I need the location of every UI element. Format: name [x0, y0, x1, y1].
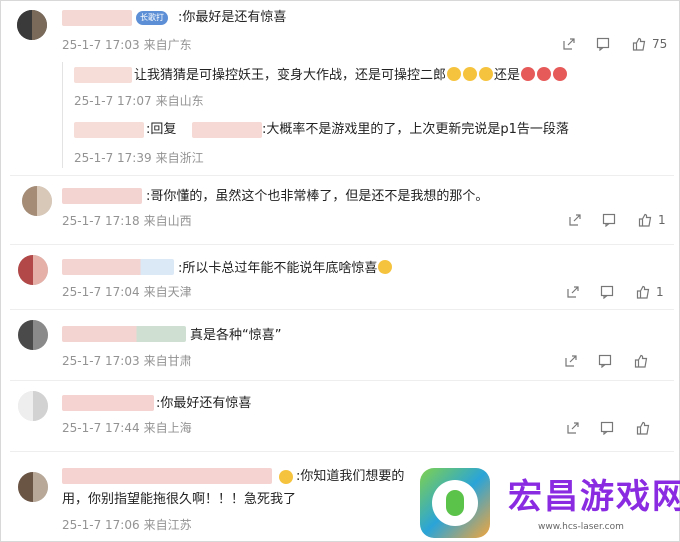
- comment-location: 来自天津: [143, 285, 192, 299]
- comment-location: 来自江苏: [143, 518, 192, 532]
- reply-bar: [62, 62, 63, 168]
- comment-text: 真是各种“惊喜”: [190, 328, 282, 343]
- username[interactable]: [62, 468, 272, 484]
- comment-item: 长歌打 :你最好是还有惊喜 25-1-7 17:03 来自广东 75 让我猜猜是可…: [0, 0, 680, 175]
- user-badge: 长歌打: [136, 11, 168, 25]
- reply-meta: 25-1-7 17:07 来自山东: [74, 94, 208, 108]
- comment-time: 25-1-7 17:06: [62, 518, 140, 532]
- emoji-icon: [537, 67, 552, 81]
- comment-meta: 25-1-7 17:18 来自山西: [62, 214, 196, 228]
- emoji-icon: [463, 67, 478, 81]
- comment-icon[interactable]: [596, 37, 610, 51]
- comment-time: 25-1-7 17:18: [62, 214, 140, 228]
- emoji-icon: [447, 67, 462, 81]
- watermark-title: 宏昌游戏网: [508, 477, 680, 517]
- emoji-icon: [279, 470, 293, 484]
- comment-text: :哥你懂的，虽然这个也非常棒了，但是还不是我想的那个。: [146, 189, 489, 204]
- comment-location: 来自甘肃: [143, 354, 192, 368]
- comment-time: 25-1-7 17:04: [62, 285, 140, 299]
- username[interactable]: [62, 395, 154, 411]
- like-icon[interactable]: [634, 354, 648, 368]
- comment-time: 25-1-7 17:44: [62, 421, 140, 435]
- site-watermark: 宏昌游戏网 www.hcs-laser.com: [418, 466, 680, 542]
- like-count: 75: [652, 37, 668, 51]
- comment-icon[interactable]: [600, 421, 614, 435]
- avatar[interactable]: [22, 186, 52, 216]
- comment-location: 来自广东: [143, 38, 192, 52]
- share-icon[interactable]: [566, 421, 580, 435]
- username[interactable]: [62, 326, 186, 342]
- comment-text: :你知道我们想要的: [296, 469, 405, 484]
- reply-time: 25-1-7 17:07: [74, 94, 152, 108]
- emoji-icon: [479, 67, 494, 81]
- emoji-icon: [521, 67, 536, 81]
- reply-location: 来自浙江: [155, 151, 204, 165]
- reply-text-part: 还是: [494, 68, 521, 83]
- emoji-icon: [553, 67, 568, 81]
- reply-meta: 25-1-7 17:39 来自浙江: [74, 151, 208, 165]
- username[interactable]: [74, 122, 144, 138]
- username[interactable]: [74, 67, 132, 83]
- comment-text-part: :所以卡总过年能不能说年底啥惊喜: [178, 261, 378, 276]
- reply-text: :大概率不是游戏里的了，上次更新完说是p1告一段落: [262, 122, 569, 137]
- comment-meta: 25-1-7 17:44 来自上海: [62, 421, 196, 435]
- watermark-logo: [420, 468, 490, 538]
- avatar[interactable]: [18, 255, 48, 285]
- emoji-icon: [378, 260, 393, 274]
- avatar[interactable]: [18, 472, 48, 502]
- comment-text: :所以卡总过年能不能说年底啥惊喜: [178, 260, 393, 277]
- comment-icon[interactable]: [602, 213, 616, 227]
- like-icon[interactable]: [638, 213, 652, 227]
- share-icon[interactable]: [566, 285, 580, 299]
- reply-prefix: :回复: [146, 122, 177, 137]
- comment-time: 25-1-7 17:03: [62, 38, 140, 52]
- like-icon[interactable]: [632, 37, 646, 51]
- watermark-url: www.hcs-laser.com: [538, 522, 624, 532]
- reply-location: 来自山东: [155, 94, 204, 108]
- comment-item: :你最好还有惊喜 25-1-7 17:44 来自上海: [0, 381, 680, 451]
- comment-meta: 25-1-7 17:03 来自广东: [62, 38, 196, 52]
- comment-location: 来自山西: [143, 214, 192, 228]
- reply-time: 25-1-7 17:39: [74, 151, 152, 165]
- share-icon[interactable]: [564, 354, 578, 368]
- username[interactable]: [62, 259, 174, 275]
- like-icon[interactable]: [636, 285, 650, 299]
- comment-text: :你最好还有惊喜: [156, 396, 252, 411]
- avatar[interactable]: [18, 391, 48, 421]
- comment-text-continued: 用，你别指望能拖很久啊！！！急死我了: [62, 492, 297, 507]
- comment-time: 25-1-7 17:03: [62, 354, 140, 368]
- share-icon[interactable]: [568, 213, 582, 227]
- avatar[interactable]: [18, 320, 48, 350]
- reply-target-username[interactable]: [192, 122, 262, 138]
- comment-location: 来自上海: [143, 421, 192, 435]
- comment-item: :所以卡总过年能不能说年底啥惊喜 25-1-7 17:04 来自天津 1: [0, 245, 680, 309]
- like-count: 1: [658, 213, 666, 227]
- comment-icon[interactable]: [600, 285, 614, 299]
- comment-icon[interactable]: [598, 354, 612, 368]
- share-icon[interactable]: [562, 37, 576, 51]
- comment-item: :哥你懂的，虽然这个也非常棒了，但是还不是我想的那个。 25-1-7 17:18…: [0, 176, 680, 244]
- like-count: 1: [656, 285, 664, 299]
- comment-meta: 25-1-7 17:06 来自江苏: [62, 518, 196, 532]
- comment-meta: 25-1-7 17:03 来自甘肃: [62, 354, 196, 368]
- username[interactable]: [62, 10, 132, 26]
- reply-text: 让我猜猜是可操控妖王，变身大作战，还是可操控二郎 还是: [134, 67, 568, 84]
- comment-meta: 25-1-7 17:04 来自天津: [62, 285, 196, 299]
- like-icon[interactable]: [636, 421, 650, 435]
- comment-text: :你最好是还有惊喜: [178, 10, 287, 25]
- avatar[interactable]: [17, 10, 47, 40]
- comment-item: 真是各种“惊喜” 25-1-7 17:03 来自甘肃: [0, 310, 680, 380]
- reply-text-part: 让我猜猜是可操控妖王，变身大作战，还是可操控二郎: [134, 68, 447, 83]
- username[interactable]: [62, 188, 142, 204]
